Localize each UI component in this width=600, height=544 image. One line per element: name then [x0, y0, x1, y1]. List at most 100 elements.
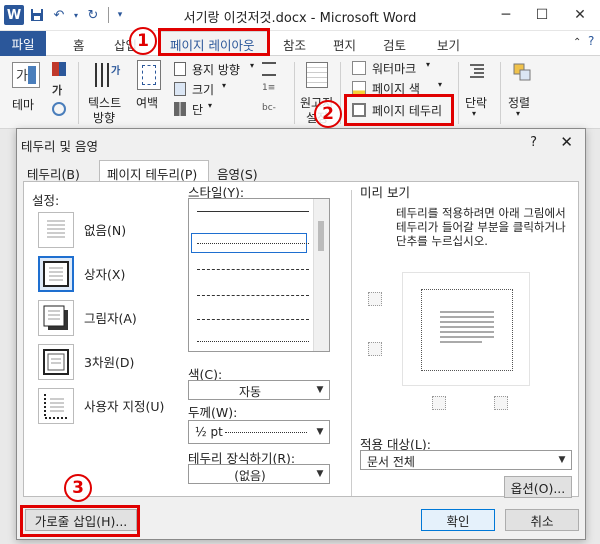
setting-box-label[interactable]: 상자(X): [84, 264, 125, 283]
apply-to-dropdown[interactable]: 문서 전체 ▼: [360, 450, 572, 470]
style-option-solid[interactable]: [197, 211, 309, 212]
theme-fonts-icon[interactable]: 가: [52, 82, 66, 97]
width-label: 두께(W):: [188, 405, 238, 420]
margins-icon[interactable]: [137, 60, 161, 90]
hyphenation-icon[interactable]: bc-: [262, 103, 280, 117]
style-option-dashed-small[interactable]: [197, 269, 309, 270]
dialog-title: 테두리 및 음영: [21, 139, 98, 154]
line-numbers-icon[interactable]: 1≡: [262, 83, 276, 97]
annotation-marker-2: 2: [314, 100, 342, 128]
collapse-ribbon-icon[interactable]: ⌃: [573, 37, 581, 48]
apply-to-value: 문서 전체: [367, 455, 415, 469]
columns-label[interactable]: 단: [192, 101, 203, 118]
arrange-icon[interactable]: [512, 62, 532, 82]
setting-shadow-label[interactable]: 그림자(A): [84, 308, 137, 327]
group-separator: [500, 62, 501, 124]
style-scrollbar-thumb[interactable]: [318, 221, 324, 251]
watermark-icon[interactable]: [352, 61, 366, 75]
preview-label: 미리 보기: [360, 185, 410, 200]
tab-file[interactable]: 파일: [0, 31, 46, 56]
style-listbox[interactable]: [188, 198, 330, 352]
theme-effects-icon[interactable]: [52, 102, 66, 116]
columns-icon[interactable]: [174, 102, 186, 116]
close-window-button[interactable]: ✕: [568, 4, 592, 26]
chevron-down-icon[interactable]: ▾: [472, 109, 476, 118]
themes-icon[interactable]: 가: [12, 62, 40, 88]
style-option-dashed[interactable]: [197, 295, 309, 296]
color-dropdown[interactable]: 자동 ▼: [188, 380, 330, 400]
tab-mailings[interactable]: 편지: [333, 35, 356, 54]
preview-divider: [351, 190, 352, 496]
tab-view[interactable]: 보기: [437, 35, 460, 54]
options-button[interactable]: 옵션(O)...: [504, 476, 572, 498]
chevron-down-icon[interactable]: ▾: [426, 60, 430, 69]
chevron-down-icon: ▼: [558, 455, 566, 465]
group-separator: [458, 62, 459, 124]
ribbon-page-layout: 가 테마 가 가 텍스트 방향 여백 용지 방향 ▾ 크기 ▾ 단 ▾ 1≡ b…: [0, 56, 600, 129]
chevron-down-icon: ▼: [316, 469, 324, 479]
style-scrollbar[interactable]: [313, 199, 329, 351]
page-color-icon[interactable]: [352, 81, 366, 95]
setting-label: 설정:: [32, 193, 60, 208]
orientation-label[interactable]: 용지 방향: [192, 61, 240, 78]
setting-box-icon[interactable]: [38, 256, 74, 292]
margins-label: 여백: [136, 96, 159, 110]
preview-page[interactable]: [421, 289, 513, 371]
annotation-box-page-borders: [344, 94, 454, 126]
svg-text:가: 가: [111, 64, 121, 77]
orientation-icon[interactable]: [174, 62, 186, 76]
color-value: 자동: [238, 385, 262, 399]
bottom-border-button[interactable]: [368, 342, 382, 356]
left-border-button[interactable]: [432, 396, 446, 410]
help-icon[interactable]: ?: [588, 34, 594, 48]
size-icon[interactable]: [174, 82, 186, 96]
border-preview-area[interactable]: [402, 272, 530, 386]
maximize-button[interactable]: ☐: [530, 4, 554, 26]
preview-text-lines: [440, 311, 494, 343]
dialog-help-button[interactable]: ?: [530, 135, 537, 150]
setting-none-label[interactable]: 없음(N): [84, 220, 126, 239]
setting-3d-label[interactable]: 3차원(D): [84, 352, 134, 371]
svg-text:가: 가: [16, 69, 28, 84]
setting-none-icon[interactable]: [38, 212, 74, 248]
chevron-down-icon[interactable]: ▾: [208, 101, 212, 110]
width-preview-line: [225, 432, 307, 433]
annotation-marker-3: 3: [64, 474, 92, 502]
chevron-down-icon[interactable]: ▾: [222, 81, 226, 90]
art-dropdown[interactable]: (없음) ▼: [188, 464, 330, 484]
preview-help-text: 테두리를 적용하려면 아래 그림에서 테두리가 들어갈 부분을 클릭하거나 단추…: [396, 206, 566, 248]
style-option-dotted[interactable]: [197, 243, 309, 244]
minimize-button[interactable]: ─: [494, 4, 518, 26]
annotation-box-horizontal-line: [20, 505, 140, 537]
setting-custom-label[interactable]: 사용자 지정(U): [84, 396, 164, 415]
tab-review[interactable]: 검토: [383, 35, 406, 54]
theme-colors-icon[interactable]: [52, 62, 66, 76]
dialog-close-button[interactable]: ✕: [560, 133, 573, 151]
size-label[interactable]: 크기: [192, 81, 214, 98]
setting-shadow-icon[interactable]: [38, 300, 74, 336]
annotation-marker-1: 1: [129, 27, 157, 55]
chevron-down-icon[interactable]: ▾: [516, 109, 520, 118]
tab-references[interactable]: 참조: [283, 35, 306, 54]
right-border-button[interactable]: [494, 396, 508, 410]
watermark-label[interactable]: 워터마크: [372, 60, 416, 77]
breaks-icon[interactable]: [262, 62, 276, 76]
style-option-dash-dot-dot[interactable]: [197, 341, 309, 342]
top-border-button[interactable]: [368, 292, 382, 306]
cancel-button[interactable]: 취소: [505, 509, 579, 531]
ok-button[interactable]: 확인: [421, 509, 495, 531]
width-dropdown[interactable]: ½ pt ▼: [188, 420, 330, 444]
text-direction-icon[interactable]: 가: [92, 60, 122, 90]
manuscript-icon[interactable]: [306, 62, 328, 88]
setting-custom-icon[interactable]: [38, 388, 74, 424]
chevron-down-icon[interactable]: ▾: [438, 80, 442, 89]
annotation-box-page-layout: [158, 28, 270, 56]
setting-3d-icon[interactable]: [38, 344, 74, 380]
group-separator: [78, 62, 79, 124]
chevron-down-icon[interactable]: ▾: [250, 61, 254, 70]
tab-home[interactable]: 홈: [73, 35, 85, 54]
borders-and-shading-dialog: 테두리 및 음영 ? ✕ 테두리(B) 페이지 테두리(P) 음영(S) 설정:…: [16, 128, 586, 540]
text-direction-label-2: 방향: [93, 111, 116, 125]
paragraph-icon[interactable]: [468, 62, 486, 80]
style-option-dash-dot[interactable]: [197, 319, 309, 320]
